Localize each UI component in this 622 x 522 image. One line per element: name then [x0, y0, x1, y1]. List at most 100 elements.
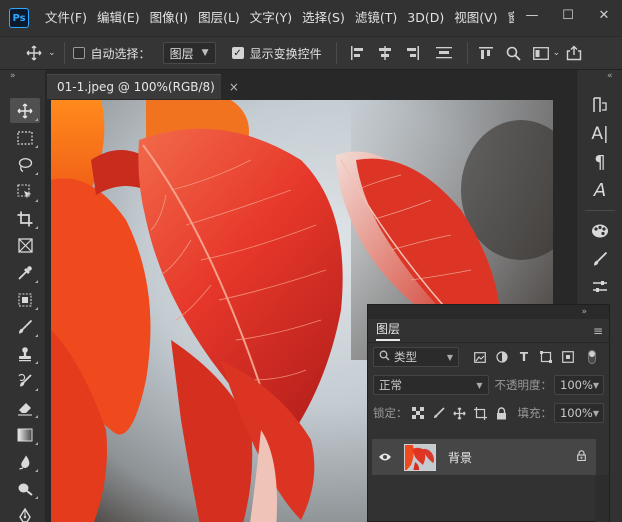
filter-type-icon[interactable]: T	[513, 347, 535, 367]
auto-select-target-dropdown[interactable]: 图层 ▼	[162, 42, 216, 64]
tool-flyout-indicator	[35, 496, 38, 499]
adjustments-panel-icon[interactable]	[585, 273, 615, 301]
pen-tool[interactable]	[10, 503, 40, 522]
eyedropper-tool[interactable]	[10, 260, 40, 285]
character-panel-icon[interactable]	[585, 92, 615, 120]
menu-select[interactable]: 选择(S)	[297, 0, 350, 36]
align-left-icon[interactable]	[349, 46, 365, 60]
move-tool[interactable]	[10, 98, 40, 123]
swatches-panel-icon[interactable]	[585, 217, 615, 245]
clone-stamp-tool[interactable]	[10, 341, 40, 366]
lasso-tool[interactable]	[10, 152, 40, 177]
eraser-tool[interactable]	[10, 395, 40, 420]
brush-tool[interactable]	[10, 314, 40, 339]
filter-smart-object-icon[interactable]	[557, 347, 579, 367]
collapse-dock-icon[interactable]: «	[577, 70, 622, 82]
close-tab-icon[interactable]: ×	[229, 80, 239, 94]
dodge-tool[interactable]	[10, 476, 40, 501]
panel-collapse-bar[interactable]: »	[368, 305, 609, 319]
close-window-button[interactable]: ✕	[586, 0, 622, 30]
show-transform-checkbox[interactable]: ✓	[231, 47, 244, 59]
window-controls: — ☐ ✕	[514, 0, 622, 30]
crop-tool[interactable]	[10, 206, 40, 231]
layer-filter-dropdown[interactable]: 类型 ▼	[373, 347, 459, 367]
maximize-button[interactable]: ☐	[550, 0, 586, 30]
tool-flyout-indicator	[35, 145, 38, 148]
layers-panel-header: 图层 ≡	[368, 319, 609, 343]
chevron-down-icon: ▼	[592, 380, 600, 390]
divider	[63, 42, 65, 64]
align-right-icon[interactable]	[405, 46, 421, 60]
share-icon[interactable]	[566, 45, 582, 61]
filter-pixel-icon[interactable]	[469, 347, 491, 367]
menu-layer[interactable]: 图层(L)	[193, 0, 245, 36]
tool-flyout-indicator	[35, 199, 38, 202]
layers-tab[interactable]: 图层	[376, 320, 401, 341]
layers-scrollbar[interactable]	[595, 475, 609, 522]
collapse-panel-icon[interactable]: »	[581, 307, 587, 317]
filter-toggle-icon[interactable]	[581, 347, 603, 367]
layer-filter-row: 类型 ▼ T	[368, 343, 609, 371]
opacity-field[interactable]: 100% ▼	[554, 375, 604, 395]
eye-icon[interactable]	[372, 452, 398, 462]
tool-flyout-indicator	[35, 442, 38, 445]
paragraph-panel-icon[interactable]: ¶	[585, 148, 615, 176]
glyphs-panel-icon[interactable]: A	[585, 176, 615, 204]
chevron-down-icon: ▼	[476, 380, 483, 390]
object-selection-tool[interactable]	[10, 179, 40, 204]
search-icon	[379, 350, 390, 364]
tool-flyout-indicator	[35, 307, 38, 310]
opacity-value: 100%	[560, 378, 593, 392]
character-styles-icon[interactable]: A|	[585, 120, 615, 148]
divider	[335, 42, 337, 64]
layers-panel: » 图层 ≡ 类型 ▼ T 正常 ▼ 不透明度： 100% ▼ 锁定： 填充： …	[367, 304, 610, 522]
photoshop-logo-icon: Ps	[9, 8, 29, 28]
marquee-tool[interactable]	[10, 125, 40, 150]
frame-tool[interactable]	[10, 233, 40, 258]
menu-3d[interactable]: 3D(D)	[402, 0, 449, 36]
tool-flyout-indicator	[35, 469, 38, 472]
document-tab[interactable]: 01-1.jpeg @ 100%(RGB/8) ×	[47, 74, 239, 99]
tools-panel: »	[0, 70, 46, 522]
move-tool-preset-icon[interactable]	[26, 45, 42, 61]
menu-image[interactable]: 图像(I)	[145, 0, 193, 36]
fill-field[interactable]: 100% ▼	[553, 403, 604, 423]
brushes-panel-icon[interactable]	[585, 245, 615, 273]
gradient-tool[interactable]	[10, 422, 40, 447]
workspace-chevron-icon[interactable]: ⌄	[553, 48, 561, 58]
filter-adjustment-icon[interactable]	[491, 347, 513, 367]
align-top-icon[interactable]	[478, 46, 494, 60]
layer-row[interactable]: 背景	[372, 439, 596, 475]
history-brush-tool[interactable]	[10, 368, 40, 393]
blend-mode-dropdown[interactable]: 正常 ▼	[373, 375, 489, 395]
panel-menu-icon[interactable]: ≡	[593, 324, 603, 338]
blur-tool[interactable]	[10, 449, 40, 474]
collapse-toolbar-icon[interactable]: »	[0, 70, 45, 82]
options-bar: ⌄ 自动选择： 图层 ▼ ✓ 显示变换控件 ⌄	[0, 36, 622, 70]
preset-chevron-icon[interactable]: ⌄	[48, 48, 56, 58]
menu-filter[interactable]: 滤镜(T)	[350, 0, 402, 36]
distribute-vertical-icon[interactable]	[435, 46, 453, 60]
search-icon[interactable]	[506, 46, 521, 61]
auto-select-checkbox[interactable]	[72, 47, 85, 59]
layer-name: 背景	[448, 450, 473, 465]
document-tab-bar: 01-1.jpeg @ 100%(RGB/8) ×	[47, 71, 575, 99]
opacity-label: 不透明度：	[494, 378, 553, 392]
lock-position-icon[interactable]	[449, 403, 470, 423]
tool-flyout-indicator	[35, 226, 38, 229]
layer-thumbnail	[404, 443, 436, 471]
auto-select-target-value: 图层	[169, 46, 194, 61]
lock-image-pixels-icon[interactable]	[428, 403, 449, 423]
lock-all-icon[interactable]	[491, 403, 512, 423]
spot-healing-tool[interactable]	[10, 287, 40, 312]
lock-artboard-icon[interactable]	[470, 403, 491, 423]
filter-shape-icon[interactable]	[535, 347, 557, 367]
menu-type[interactable]: 文字(Y)	[245, 0, 297, 36]
menu-file[interactable]: 文件(F)	[40, 0, 92, 36]
menu-edit[interactable]: 编辑(E)	[92, 0, 145, 36]
menu-view[interactable]: 视图(V)	[449, 0, 502, 36]
minimize-button[interactable]: —	[514, 0, 550, 30]
lock-transparent-pixels-icon[interactable]	[408, 403, 429, 423]
workspace-icon[interactable]	[532, 46, 549, 60]
align-horizontal-center-icon[interactable]	[377, 46, 393, 60]
